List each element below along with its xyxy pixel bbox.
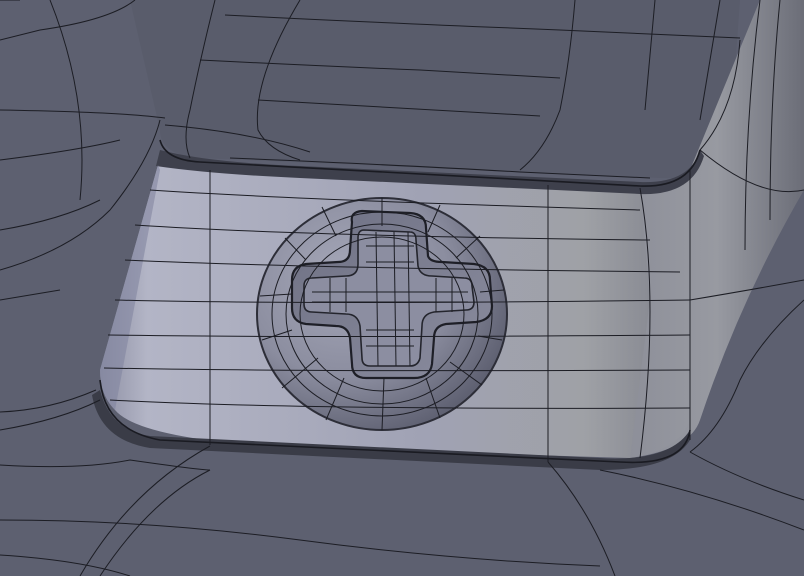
3d-viewport[interactable] (0, 0, 804, 576)
wireframe-render (0, 0, 804, 576)
upper-surface (130, 0, 740, 179)
